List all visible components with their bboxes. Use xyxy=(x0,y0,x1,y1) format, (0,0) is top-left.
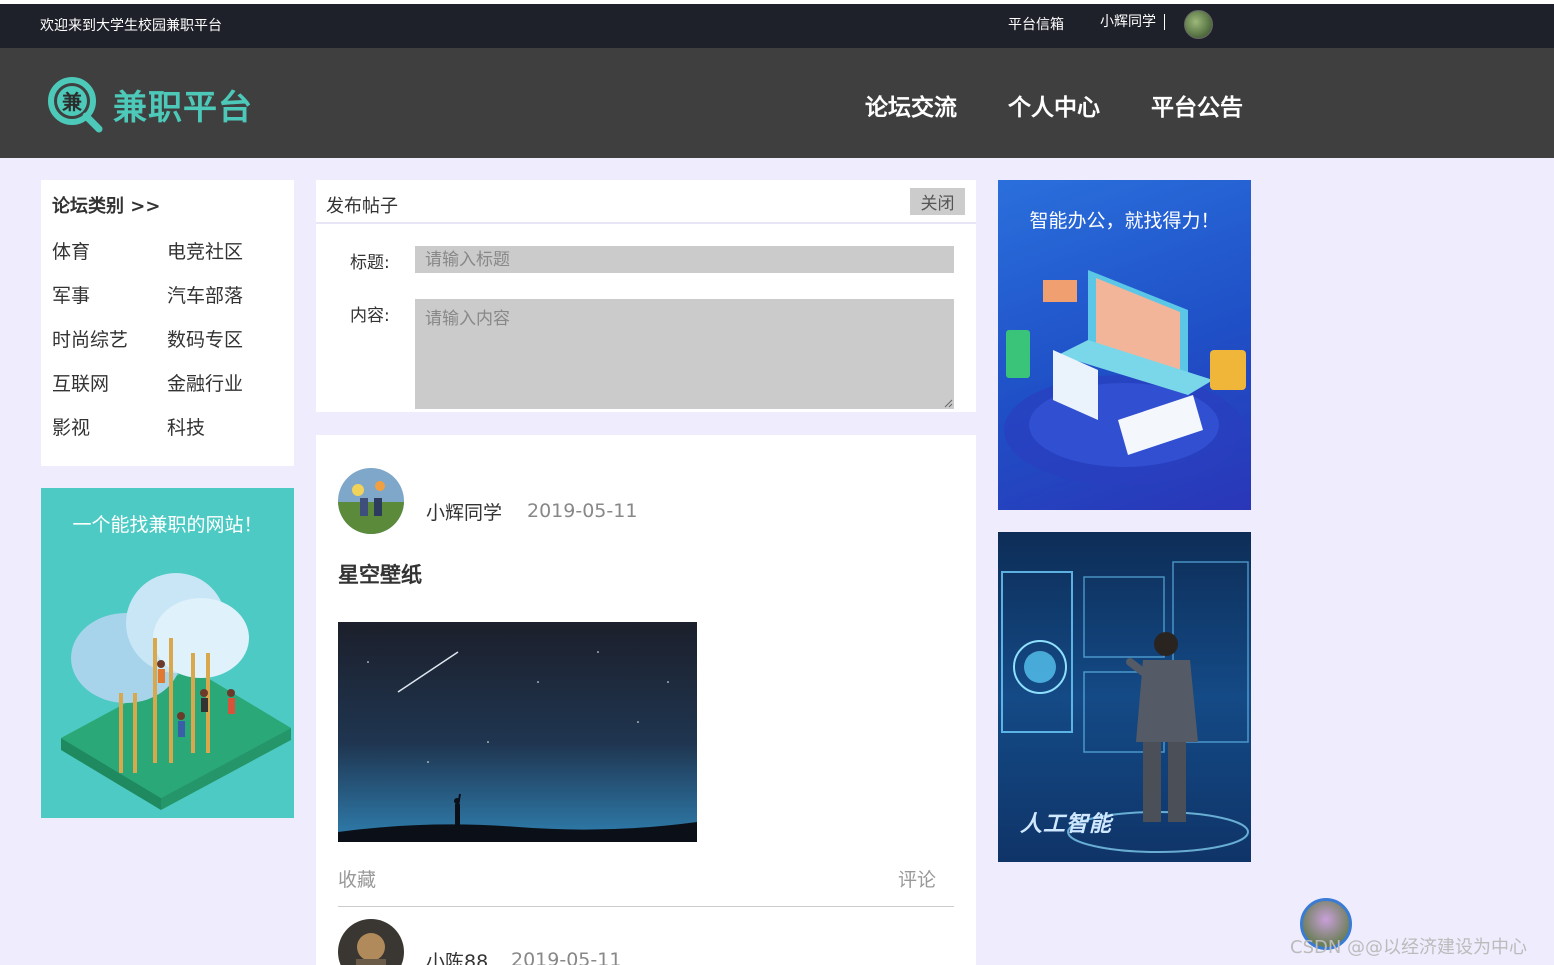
welcome-text: 欢迎来到大学生校园兼职平台 xyxy=(40,18,222,34)
logo-char: 兼 xyxy=(62,90,83,114)
author-avatar[interactable] xyxy=(338,919,404,965)
header: 兼 兼职平台 论坛交流 个人中心 平台公告 xyxy=(0,48,1554,158)
post-feed: 小辉同学 2019-05-11 星空壁纸 收藏 评论 小陈88 2019-05-… xyxy=(316,435,976,965)
avatar-image xyxy=(338,919,404,965)
post-title[interactable]: 星空壁纸 xyxy=(338,559,422,589)
title-input[interactable] xyxy=(415,246,954,273)
office-illustration xyxy=(1004,270,1246,485)
ad-banner-left[interactable]: 一个能找兼职的网站！ xyxy=(41,488,294,818)
favorite-button[interactable]: 收藏 xyxy=(338,865,376,892)
category-title: 论坛类别 >> xyxy=(52,196,161,217)
watermark: CSDN @@以经济建设为中心 xyxy=(1290,937,1528,958)
comment-button[interactable]: 评论 xyxy=(898,865,936,892)
content-label: 内容: xyxy=(350,306,390,326)
nav-forum[interactable]: 论坛交流 xyxy=(865,88,957,122)
author-avatar[interactable] xyxy=(338,468,404,534)
category-item[interactable]: 时尚综艺 xyxy=(52,325,128,352)
post-form-title: 发布帖子 xyxy=(326,196,398,217)
post-author[interactable]: 小陈88 xyxy=(426,947,488,965)
category-panel: 论坛类别 >> 体育 电竞社区 军事 汽车部落 时尚综艺 数码专区 互联网 金融… xyxy=(41,180,294,466)
logo-icon: 兼 xyxy=(48,77,103,133)
category-item[interactable]: 数码专区 xyxy=(167,325,243,352)
logo-text: 兼职平台 xyxy=(113,88,253,128)
ad-banner-office[interactable]: 智能办公，就找得力！ xyxy=(998,180,1251,510)
post-author[interactable]: 小辉同学 xyxy=(426,498,502,525)
ad-banner-ai[interactable]: 人工智能 xyxy=(998,532,1251,862)
category-item[interactable]: 电竞社区 xyxy=(167,237,243,264)
category-item[interactable]: 体育 xyxy=(52,237,90,264)
user-avatar[interactable] xyxy=(1184,10,1213,39)
nav-announcements[interactable]: 平台公告 xyxy=(1151,88,1243,122)
post-date: 2019-05-11 xyxy=(527,500,638,522)
category-item[interactable]: 影视 xyxy=(52,413,90,440)
avatar-image xyxy=(338,468,404,534)
category-item[interactable]: 汽车部落 xyxy=(167,281,243,308)
ad-right2-text: 人工智能 xyxy=(1020,812,1113,837)
username-link[interactable]: 小辉同学 xyxy=(1100,14,1165,30)
category-item[interactable]: 金融行业 xyxy=(167,369,243,396)
post-divider xyxy=(338,906,954,907)
nav-personal-center[interactable]: 个人中心 xyxy=(1008,88,1100,122)
mailbox-link[interactable]: 平台信箱 xyxy=(1008,14,1064,34)
category-item[interactable]: 互联网 xyxy=(52,369,109,396)
category-item[interactable]: 科技 xyxy=(167,413,205,440)
post-image[interactable] xyxy=(338,622,697,842)
post-form-header: 发布帖子 关闭 xyxy=(316,180,976,224)
cloud-ladder-illustration xyxy=(61,573,291,810)
category-item[interactable]: 军事 xyxy=(52,281,90,308)
post-form: 发布帖子 关闭 标题: 内容: xyxy=(316,180,976,412)
content-input[interactable] xyxy=(415,299,954,409)
post-date: 2019-05-11 xyxy=(511,949,622,965)
title-label: 标题: xyxy=(350,253,390,273)
resize-grip-icon[interactable] xyxy=(943,398,953,408)
close-button[interactable]: 关闭 xyxy=(910,188,965,215)
top-bar: 欢迎来到大学生校园兼职平台 平台信箱 小辉同学 xyxy=(0,4,1554,48)
